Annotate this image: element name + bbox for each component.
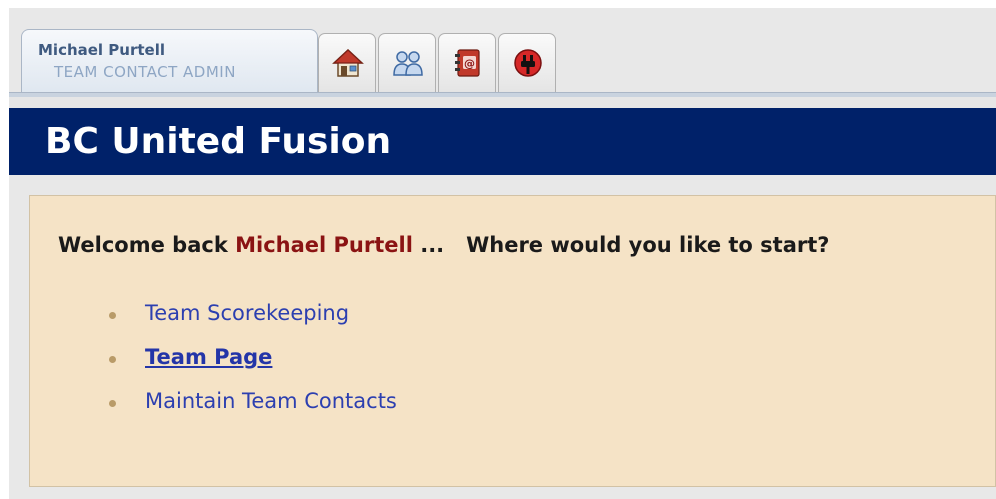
users-icon <box>393 51 423 76</box>
page-header: BC United Fusion <box>9 108 996 175</box>
link-team-page[interactable]: Team Page <box>145 345 272 369</box>
bullet-icon <box>109 312 116 319</box>
tab-contacts[interactable]: @ <box>438 33 496 93</box>
link-team-scorekeeping[interactable]: Team Scorekeeping <box>145 301 349 325</box>
svg-text:@: @ <box>464 57 475 70</box>
address-book-icon: @ <box>455 49 480 77</box>
app-frame: Michael Purtell TEAM CONTACT ADMIN @ BC … <box>9 8 996 499</box>
tab-strip: Michael Purtell TEAM CONTACT ADMIN @ <box>9 8 996 97</box>
welcome-panel: Welcome back Michael Purtell ... Where w… <box>29 195 996 487</box>
tab-logout[interactable] <box>498 33 556 93</box>
logout-plug-icon <box>514 49 542 77</box>
page-title: BC United Fusion <box>45 121 392 162</box>
user-role: TEAM CONTACT ADMIN <box>54 63 236 81</box>
tab-user-profile[interactable]: Michael Purtell TEAM CONTACT ADMIN <box>21 29 318 94</box>
spacer <box>9 97 996 108</box>
bullet-icon <box>109 356 116 363</box>
tab-home[interactable] <box>318 33 376 93</box>
tab-users[interactable] <box>378 33 436 93</box>
bullet-icon <box>109 400 116 407</box>
welcome-user-name: Michael Purtell <box>235 233 413 257</box>
user-name: Michael Purtell <box>38 41 165 59</box>
welcome-suffix: ... Where would you like to start? <box>412 233 830 257</box>
link-maintain-team-contacts[interactable]: Maintain Team Contacts <box>145 389 397 413</box>
welcome-message: Welcome back Michael Purtell ... Where w… <box>58 233 829 257</box>
welcome-prefix: Welcome back <box>58 233 236 257</box>
home-icon <box>332 48 364 77</box>
